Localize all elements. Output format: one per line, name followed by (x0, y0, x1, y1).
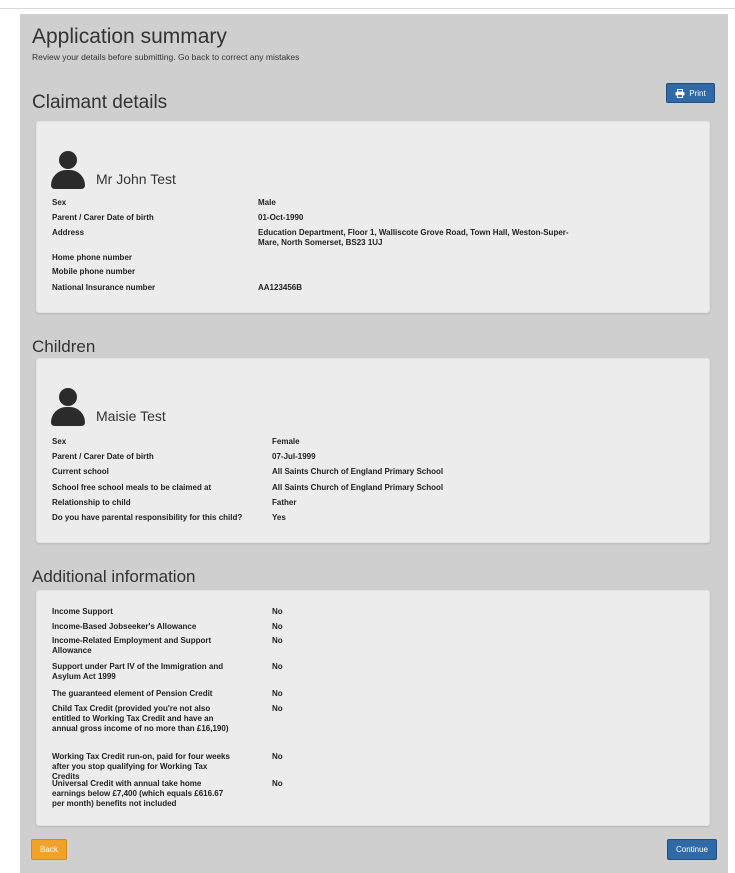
page-title: Application summary (32, 25, 227, 48)
field-label: Current school (52, 467, 109, 476)
application-summary-page: Application summary Review your details … (20, 14, 728, 873)
field-label: Mobile phone number (52, 267, 136, 276)
field-value: No (272, 704, 283, 713)
field-label: Universal Credit with annual take home e… (52, 779, 224, 808)
person-icon (51, 388, 85, 426)
field-row: Sex Female (52, 437, 702, 447)
field-value: Male (258, 198, 276, 207)
print-button-label: Print (689, 88, 706, 98)
field-label: Sex (52, 198, 67, 207)
field-label: Home phone number (52, 253, 133, 262)
back-button[interactable]: Back (31, 839, 67, 860)
field-label: School free school meals to be claimed a… (52, 483, 212, 492)
field-row: Parent / Carer Date of birth 01-Oct-1990 (52, 213, 702, 223)
field-label: Income-Related Employment and Support Al… (52, 636, 212, 655)
field-row: Working Tax Credit run-on, paid for four… (52, 752, 702, 781)
person-icon (51, 151, 85, 189)
field-value: Father (272, 498, 297, 507)
claimant-details-heading: Claimant details (32, 92, 168, 113)
field-row: Address Education Department, Floor 1, W… (52, 228, 702, 250)
field-label: Relationship to child (52, 498, 131, 507)
printer-icon (675, 88, 685, 98)
field-row: Income-Based Jobseeker's Allowance No (52, 622, 702, 632)
field-row: Do you have parental responsibility for … (52, 513, 702, 523)
child-profile: Maisie Test (51, 388, 166, 426)
field-row: Relationship to child Father (52, 498, 702, 508)
field-value: No (272, 689, 283, 698)
field-label: Parent / Carer Date of birth (52, 452, 154, 461)
field-value: No (272, 607, 283, 616)
page-subtitle: Review your details before submitting. G… (32, 52, 300, 62)
field-value: No (272, 622, 283, 631)
field-row: National Insurance number AA123456B (52, 283, 702, 293)
field-row: Child Tax Credit (provided you're not al… (52, 704, 702, 744)
child-card: Maisie Test Sex Female Parent / Carer Da… (36, 358, 710, 543)
field-value: All Saints Church of England Primary Sch… (272, 483, 444, 492)
claimant-name: Mr John Test (96, 171, 176, 187)
field-row: Income Support No (52, 607, 702, 617)
additional-info-card: Income Support No Income-Based Jobseeker… (36, 590, 710, 826)
field-value: No (272, 662, 283, 671)
field-label: Income-Based Jobseeker's Allowance (52, 622, 197, 631)
field-value: No (272, 636, 283, 645)
field-label: The guaranteed element of Pension Credit (52, 689, 213, 698)
field-label: Income Support (52, 607, 113, 616)
children-heading: Children (32, 337, 96, 356)
field-label: Address (52, 228, 85, 237)
top-divider (0, 8, 735, 9)
field-value: AA123456B (258, 283, 303, 292)
field-value: 01-Oct-1990 (258, 213, 304, 222)
field-label: Working Tax Credit run-on, paid for four… (52, 752, 230, 781)
field-value: All Saints Church of England Primary Sch… (272, 467, 444, 476)
field-row: Current school All Saints Church of Engl… (52, 467, 702, 477)
field-value: No (272, 779, 283, 788)
field-row: Parent / Carer Date of birth 07-Jul-1999 (52, 452, 702, 462)
claimant-profile: Mr John Test (51, 151, 176, 189)
field-row: Support under Part IV of the Immigration… (52, 662, 702, 682)
continue-button[interactable]: Continue (667, 839, 717, 860)
field-value: Education Department, Floor 1, Walliscot… (258, 228, 569, 247)
field-label: Support under Part IV of the Immigration… (52, 662, 224, 681)
field-row: Home phone number (52, 253, 702, 263)
claimant-card: Mr John Test Sex Male Parent / Carer Dat… (36, 121, 710, 313)
field-value: Female (272, 437, 300, 446)
field-value: Yes (272, 513, 286, 522)
field-label: National Insurance number (52, 283, 156, 292)
field-label: Do you have parental responsibility for … (52, 513, 243, 522)
field-label: Child Tax Credit (provided you're not al… (52, 704, 229, 733)
field-row: Universal Credit with annual take home e… (52, 779, 702, 809)
field-row: The guaranteed element of Pension Credit… (52, 689, 702, 699)
field-row: Sex Male (52, 198, 702, 208)
field-value: No (272, 752, 283, 761)
field-value: 07-Jul-1999 (272, 452, 316, 461)
field-row: Income-Related Employment and Support Al… (52, 636, 702, 656)
print-button[interactable]: Print (666, 83, 715, 103)
field-label: Sex (52, 437, 67, 446)
child-name: Maisie Test (96, 408, 166, 424)
field-row: Mobile phone number (52, 267, 702, 277)
field-label: Parent / Carer Date of birth (52, 213, 154, 222)
field-row: School free school meals to be claimed a… (52, 483, 702, 493)
additional-info-heading: Additional information (32, 567, 196, 586)
